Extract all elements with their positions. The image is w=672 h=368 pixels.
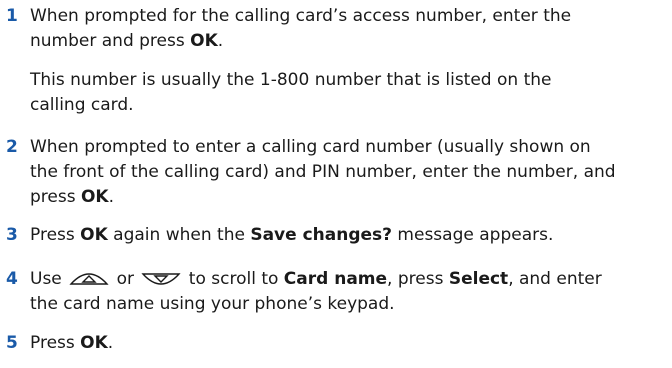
text-run: to scroll to <box>183 269 284 289</box>
step-line: Use or to scroll to Card name, press Sel… <box>30 267 670 292</box>
step-text: When prompted to enter a calling card nu… <box>30 135 670 210</box>
note-line: This number is usually the 1-800 number … <box>30 70 552 90</box>
ok-key-label: OK <box>80 225 108 245</box>
text-run: , and enter <box>508 269 602 289</box>
text-run: Use <box>30 269 68 289</box>
step-line: number and press OK. <box>30 29 670 54</box>
text-run: Press <box>30 333 81 353</box>
step-number: 3 <box>6 225 18 245</box>
text-run: number and press <box>30 31 191 51</box>
ok-key-label: OK <box>190 31 218 51</box>
step-text: Press OK again when the Save changes? me… <box>30 223 670 248</box>
note-text: This number is usually the 1-800 number … <box>30 68 670 118</box>
text-run: press <box>30 187 81 207</box>
step-line: the card name using your phone’s keypad. <box>30 294 395 314</box>
text-run: . <box>108 187 115 207</box>
text-run: , press <box>387 269 449 289</box>
text-run: message appears. <box>392 225 554 245</box>
step-line: Press OK. <box>30 331 670 356</box>
card-name-label: Card name <box>283 269 388 289</box>
step-line: When prompted to enter a calling card nu… <box>30 137 591 157</box>
note-line: calling card. <box>30 95 134 115</box>
step-text: Use or to scroll to Card name, press Sel… <box>30 267 670 317</box>
step-line: When prompted for the calling card’s acc… <box>30 6 572 26</box>
ok-key-label: OK <box>80 187 109 207</box>
text-run: . <box>217 31 224 51</box>
step-text: Press OK. <box>30 331 670 356</box>
step-number: 5 <box>6 333 18 353</box>
step-text: When prompted for the calling card’s acc… <box>30 4 670 54</box>
step-number: 2 <box>6 137 18 157</box>
text-run: again when the <box>107 225 251 245</box>
step-number: 1 <box>6 6 18 26</box>
step-line: press OK. <box>30 185 670 210</box>
step-line: Press OK again when the Save changes? me… <box>30 223 670 248</box>
step-line: the front of the calling card) and PIN n… <box>30 162 616 182</box>
text-run: Press <box>30 225 81 245</box>
step-number: 4 <box>6 269 18 289</box>
ok-key-label: OK <box>80 333 108 353</box>
select-key-label: Select <box>448 269 509 289</box>
text-run: . <box>107 333 114 353</box>
text-run: or <box>111 269 140 289</box>
save-changes-label: Save changes? <box>250 225 393 245</box>
